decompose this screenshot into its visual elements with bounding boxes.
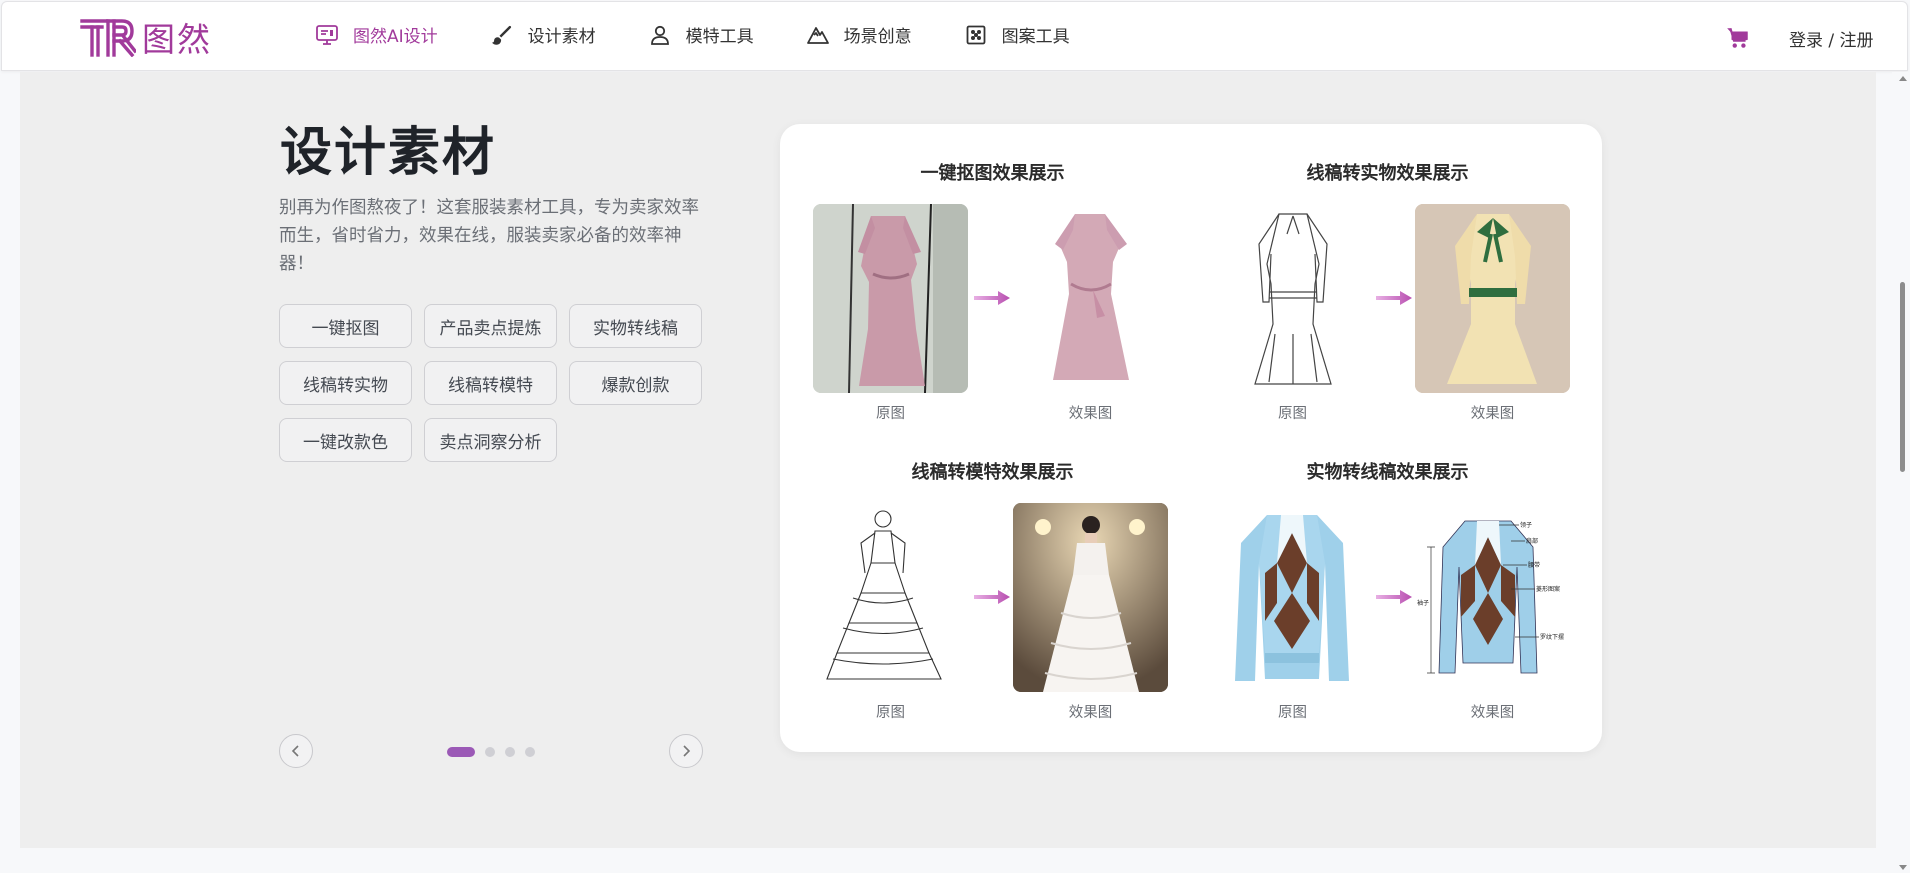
monitor-icon xyxy=(316,24,338,45)
nav-label: 模特工具 xyxy=(685,27,754,47)
nav-label: 设计素材 xyxy=(527,27,596,47)
nav-item-ai-design[interactable]: 图然AI设计 xyxy=(315,22,438,47)
section-title-sketch-to-model: 线稿转模特效果展示 xyxy=(911,462,1074,483)
after-image-cutout[interactable] xyxy=(1013,204,1168,393)
main-nav: 图然AI设计 设计素材 模特工具 场景创意 图案工具 xyxy=(315,22,1122,47)
caption-before: 原图 xyxy=(1278,705,1307,721)
annotation-label: 袖子 xyxy=(1417,599,1429,607)
after-image-real-to-sketch[interactable]: 领子 肩部 腰带 菱形图案 罗纹下摆 袖子 xyxy=(1415,503,1570,692)
nav-item-scene-creative[interactable]: 场景创意 xyxy=(806,22,912,47)
chip-hot-style-creation[interactable]: 爆款创款 xyxy=(569,361,702,405)
chip-sketch-to-model[interactable]: 线稿转模特 xyxy=(424,361,557,405)
caption-after: 效果图 xyxy=(1068,406,1113,422)
caption-after: 效果图 xyxy=(1068,705,1113,721)
section-title-cutout: 一键抠图效果展示 xyxy=(920,163,1065,184)
caption-after: 效果图 xyxy=(1470,705,1515,721)
chip-real-to-sketch[interactable]: 实物转线稿 xyxy=(569,304,702,348)
arrow-icon xyxy=(974,291,1010,305)
next-slide-button[interactable] xyxy=(669,734,703,768)
nav-item-model-tools[interactable]: 模特工具 xyxy=(648,22,754,47)
arrow-icon xyxy=(974,590,1010,604)
top-nav-bar: 图然 图然AI设计 设计素材 模特工具 场景创意 图案工具 登录 / 注册 xyxy=(1,1,1908,71)
slide-dot-3[interactable] xyxy=(505,747,515,757)
brush-icon xyxy=(491,25,511,45)
chip-insight-analysis[interactable]: 卖点洞察分析 xyxy=(424,418,557,462)
annotation-label: 腰带 xyxy=(1528,561,1540,569)
caption-before: 原图 xyxy=(1278,406,1307,422)
scrollbar-thumb[interactable] xyxy=(1900,282,1905,472)
annotation-label: 菱形图案 xyxy=(1536,585,1560,593)
before-image-real-to-sketch[interactable] xyxy=(1215,503,1370,692)
caption-after: 效果图 xyxy=(1470,406,1515,422)
nav-label: 图然AI设计 xyxy=(353,27,438,47)
section-title-sketch-to-real: 线稿转实物效果展示 xyxy=(1306,163,1469,184)
arrow-icon xyxy=(1376,291,1412,305)
arrow-icon xyxy=(1376,590,1412,604)
nav-label: 场景创意 xyxy=(843,27,912,47)
login-register-link[interactable]: 登录 / 注册 xyxy=(1789,26,1874,51)
before-image-sketch-to-real[interactable] xyxy=(1215,204,1370,393)
brand-logo[interactable]: 图然 xyxy=(80,17,212,59)
caption-before: 原图 xyxy=(876,406,905,422)
prev-slide-button[interactable] xyxy=(279,734,313,768)
nav-label: 图案工具 xyxy=(1001,27,1070,47)
annotation-label: 肩部 xyxy=(1526,537,1538,545)
chip-selling-point[interactable]: 产品卖点提炼 xyxy=(424,304,557,348)
after-image-sketch-to-real[interactable] xyxy=(1415,204,1570,393)
caption-before: 原图 xyxy=(876,705,905,721)
annotation-label: 罗纹下摆 xyxy=(1540,633,1564,641)
page-description: 别再为作图熬夜了！这套服装素材工具，专为卖家效率而生，省时省力，效果在线，服装卖… xyxy=(279,198,699,274)
page-title: 设计素材 xyxy=(280,123,497,183)
slide-dot-4[interactable] xyxy=(525,747,535,757)
before-image-cutout[interactable] xyxy=(813,204,968,393)
chip-recolor[interactable]: 一键改款色 xyxy=(279,418,412,462)
section-title-real-to-sketch: 实物转线稿效果展示 xyxy=(1306,462,1469,483)
user-icon xyxy=(650,25,669,45)
nav-item-design-materials[interactable]: 设计素材 xyxy=(490,22,596,47)
before-image-sketch-to-model[interactable] xyxy=(813,503,968,692)
annotation-label: 领子 xyxy=(1520,521,1532,529)
nav-item-pattern-tools[interactable]: 图案工具 xyxy=(964,22,1070,47)
scroll-up-arrow-icon[interactable] xyxy=(1899,76,1907,81)
chip-one-click-cutout[interactable]: 一键抠图 xyxy=(279,304,412,348)
scroll-down-arrow-icon[interactable] xyxy=(1899,865,1907,870)
chip-sketch-to-real[interactable]: 线稿转实物 xyxy=(279,361,412,405)
showcase-card: 一键抠图效果展示 原图 效果图 线稿转实物效果展示 原图 效果图 线稿转模特效果… xyxy=(780,124,1602,752)
mountain-icon xyxy=(806,26,829,44)
slide-dot-2[interactable] xyxy=(485,747,495,757)
logo-text: 图然 xyxy=(142,20,212,59)
logo-mark-icon xyxy=(80,19,136,57)
chevron-right-icon xyxy=(683,745,691,757)
chevron-left-icon xyxy=(291,745,299,757)
slide-dot-1[interactable] xyxy=(447,747,475,757)
after-image-sketch-to-model[interactable] xyxy=(1013,503,1168,692)
pattern-grid-icon xyxy=(966,25,986,44)
cart-icon[interactable] xyxy=(1725,25,1751,51)
